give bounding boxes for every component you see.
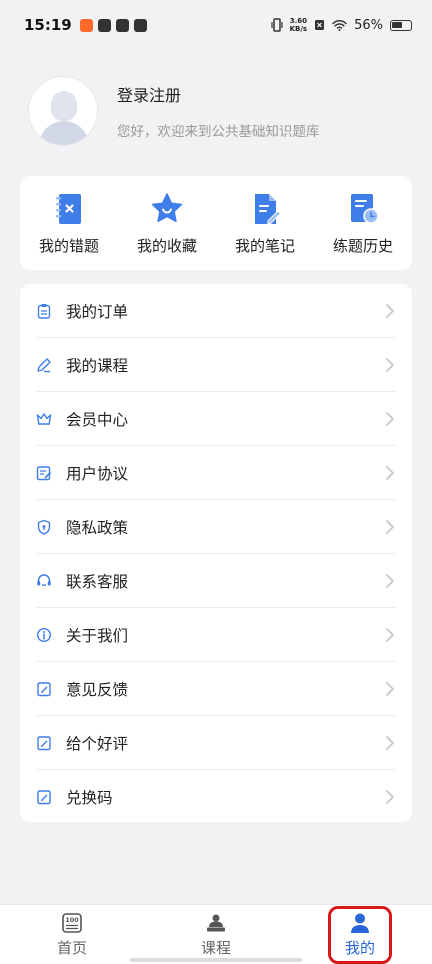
menu-item-label: 我的课程 <box>66 356 129 375</box>
wifi-icon <box>332 19 347 31</box>
menu-item-membership[interactable]: 会员中心 <box>36 392 396 446</box>
profile-text: 登录注册 您好，欢迎来到公共基础知识题库 <box>117 82 320 140</box>
quick-actions-card: 我的错题 我的收藏 我的笔记 练题历史 <box>20 176 412 270</box>
quick-action-wrong-questions[interactable]: 我的错题 <box>24 191 114 256</box>
battery-icon <box>390 19 412 31</box>
login-register-link[interactable]: 登录注册 <box>117 82 320 106</box>
quick-action-favorites[interactable]: 我的收藏 <box>122 191 212 256</box>
no-sim-icon <box>315 20 325 30</box>
rate-edit-icon <box>37 735 51 750</box>
course-pencil-icon <box>37 357 51 372</box>
app-notification-icon <box>97 18 111 32</box>
headset-icon <box>37 573 51 586</box>
notification-icons <box>79 18 147 32</box>
chevron-right-icon <box>386 519 394 534</box>
avatar[interactable] <box>28 76 98 146</box>
menu-item-label: 用户协议 <box>66 464 129 483</box>
active-tab-highlight <box>328 906 392 964</box>
quick-action-label: 我的笔记 <box>234 236 295 255</box>
status-time: 15:19 <box>24 16 72 34</box>
menu-item-rate-app[interactable]: 给个好评 <box>36 716 396 770</box>
status-bar: 15:19 3.60 KB/s 56% <box>0 0 432 50</box>
menu-item-user-agreement[interactable]: 用户协议 <box>36 446 396 500</box>
star-icon <box>151 192 183 222</box>
welcome-text: 您好，欢迎来到公共基础知识题库 <box>117 124 320 140</box>
quick-action-history[interactable]: 练题历史 <box>318 191 408 256</box>
app-notification-icon <box>79 18 93 32</box>
menu-list: 我的订单 我的课程 会员中心 用户协议 隐私政策 联系客服 关于我们 意见反馈 <box>20 284 412 822</box>
menu-item-label: 联系客服 <box>66 572 129 591</box>
menu-item-courses[interactable]: 我的课程 <box>36 338 396 392</box>
quick-action-label: 练题历史 <box>332 236 393 255</box>
home-indicator <box>130 958 302 962</box>
chevron-right-icon <box>386 465 394 480</box>
battery-percent: 56% <box>354 17 383 33</box>
quick-action-label: 我的收藏 <box>136 236 197 255</box>
order-clipboard-icon <box>37 303 51 319</box>
network-speed-value: 3.60 <box>289 17 307 25</box>
menu-item-label: 会员中心 <box>66 410 129 429</box>
chevron-right-icon <box>386 411 394 426</box>
status-right: 3.60 KB/s 56% <box>271 17 412 33</box>
menu-item-redeem-code[interactable]: 兑换码 <box>36 770 396 824</box>
note-pen-icon <box>255 193 282 224</box>
menu-item-label: 兑换码 <box>66 789 113 807</box>
feedback-edit-icon <box>37 681 51 696</box>
message-notification-icon <box>133 18 147 32</box>
avatar-head <box>51 91 77 121</box>
menu-item-orders[interactable]: 我的订单 <box>36 284 396 338</box>
menu-item-label: 我的订单 <box>66 302 129 321</box>
chevron-right-icon <box>386 357 394 372</box>
tab-home[interactable]: 100 首页 <box>0 905 144 964</box>
menu-item-customer-service[interactable]: 联系客服 <box>36 554 396 608</box>
wrong-questions-book-icon <box>56 193 81 224</box>
home-100-icon: 100 <box>62 912 82 933</box>
chevron-right-icon <box>386 573 394 588</box>
network-speed: 3.60 KB/s <box>290 17 307 33</box>
menu-item-feedback[interactable]: 意见反馈 <box>36 662 396 716</box>
tab-label: 首页 <box>56 938 87 957</box>
shield-icon <box>37 519 51 535</box>
tab-courses[interactable]: 课程 <box>144 905 288 964</box>
menu-item-label: 意见反馈 <box>66 680 129 699</box>
crown-icon <box>36 412 52 425</box>
chevron-right-icon <box>386 735 394 750</box>
course-teacher-icon <box>207 914 225 931</box>
menu-item-label: 隐私政策 <box>66 518 129 537</box>
network-speed-unit: KB/s <box>289 25 308 33</box>
avatar-body <box>39 121 89 145</box>
tab-label: 课程 <box>200 938 231 957</box>
vibrate-icon <box>271 18 283 32</box>
info-icon <box>36 627 52 642</box>
quick-action-notes[interactable]: 我的笔记 <box>220 191 310 256</box>
chevron-right-icon <box>386 790 394 804</box>
menu-item-privacy-policy[interactable]: 隐私政策 <box>36 500 396 554</box>
history-clock-icon <box>351 193 379 224</box>
quick-action-label: 我的错题 <box>38 236 99 255</box>
agreement-doc-icon <box>36 465 52 480</box>
svg-text:100: 100 <box>65 916 79 924</box>
app-notification-icon <box>115 18 129 32</box>
menu-item-label: 给个好评 <box>66 734 129 753</box>
chevron-right-icon <box>386 627 394 642</box>
menu-item-about-us[interactable]: 关于我们 <box>36 608 396 662</box>
menu-item-label: 关于我们 <box>66 626 129 645</box>
profile-header[interactable]: 登录注册 您好，欢迎来到公共基础知识题库 <box>28 76 320 146</box>
redeem-edit-icon <box>37 790 51 805</box>
chevron-right-icon <box>386 303 394 318</box>
chevron-right-icon <box>386 681 394 696</box>
